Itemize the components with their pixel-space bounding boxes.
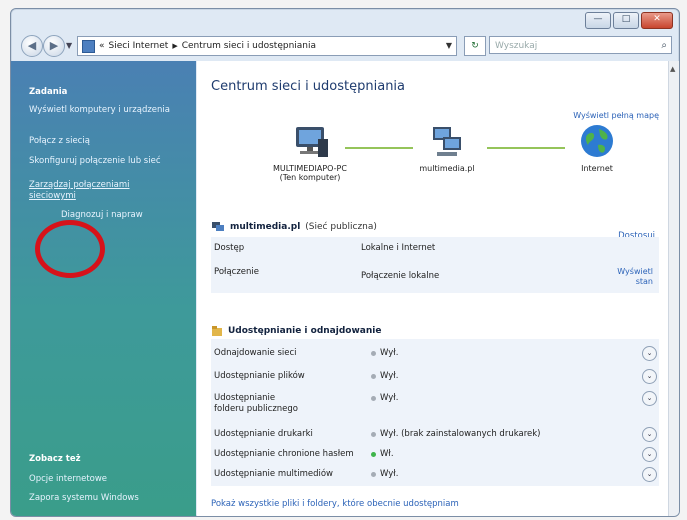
breadcrumb-item[interactable]: Sieci Internet [109,37,169,55]
row-label: Udostępnianie plików [214,371,305,381]
minimize-button[interactable]: — [585,12,611,29]
status-text: Wył. [380,393,399,403]
connection-line [487,147,565,149]
main-content: Centrum sieci i udostępniania Wyświetl p… [197,61,669,516]
status-text: Wył. [380,348,399,358]
sidebar-item-view-computers[interactable]: Wyświetl komputery i urządzenia [29,105,189,116]
computer-icon [296,127,328,157]
network-type: (Sieć publiczna) [305,222,377,232]
row-status: Wł. [371,449,394,459]
address-row: ◀ ▶ ▼ « Sieci Internet ▶ Centrum sieci i… [11,33,679,61]
status-dot [371,471,376,477]
page-title: Centrum sieci i udostępniania [211,79,406,94]
network-icon [212,222,224,231]
row-label: Udostępnianie chronione hasłem [214,449,354,459]
row-label: Połączenie [214,267,259,277]
map-node-network[interactable]: multimedia.pl [397,123,497,173]
status-text: Wył. [380,469,399,479]
window-controls: — □ ✕ [585,12,673,29]
row-status: Wył. [371,371,398,381]
network-row-connection: Połączenie Połączenie lokalne Wyświetl s… [211,263,659,291]
map-node-label: Internet [581,164,613,173]
expand-button[interactable]: ⌄ [642,467,657,482]
sharing-row: Udostępnianie plików Wył. ⌄ [211,367,659,387]
scroll-up-icon[interactable]: ▲ [670,65,675,73]
maximize-button[interactable]: □ [613,12,639,29]
status-text: Wył. (brak zainstalowanych drukarek) [380,429,541,439]
sharing-row: Udostępnianie chronione hasłem Wł. ⌄ [211,445,659,465]
row-status: Wył. [371,348,398,358]
view-status-link[interactable]: Wyświetl stan [613,267,653,287]
sidebar-title: Zadania [29,87,68,97]
back-button[interactable]: ◀ [21,35,43,57]
window: — □ ✕ ◀ ▶ ▼ « Sieci Internet ▶ Centrum s… [10,8,680,517]
expand-button[interactable]: ⌄ [642,427,657,442]
search-placeholder: Wyszukaj [495,41,538,51]
row-label: Dostęp [214,243,245,253]
map-node-sublabel: (Ten komputer) [279,173,341,182]
refresh-button[interactable]: ↻ [464,36,486,56]
sharing-row: Udostępnianie drukarki Wył. (brak zainst… [211,425,659,445]
row-value: Lokalne i Internet [361,243,436,253]
address-dropdown-icon[interactable]: ▼ [442,37,456,55]
expand-button[interactable]: ⌄ [642,391,657,406]
annotation-circle [35,220,105,278]
search-icon[interactable]: ⌕ [661,37,667,55]
address-bar[interactable]: « Sieci Internet ▶ Centrum sieci i udost… [77,36,457,56]
close-button[interactable]: ✕ [641,12,673,29]
map-node-internet[interactable]: Internet [557,123,637,173]
row-status: Wył. (brak zainstalowanych drukarek) [371,429,540,439]
breadcrumb-separator-icon[interactable]: ▶ [172,37,177,55]
row-status: Wył. [371,469,398,479]
forward-button[interactable]: ▶ [43,35,65,57]
status-dot [371,350,376,356]
sidebar-item-connect[interactable]: Połącz z siecią [29,136,189,147]
map-node-label: MULTIMEDIAPO-PC [273,164,347,173]
network-row-access: Dostęp Lokalne i Internet [211,239,659,259]
row-label: Udostępnianie drukarki [214,429,313,439]
row-label: Udostępnianie folderu publicznego [214,393,299,414]
status-dot [371,431,376,437]
network-icon [433,127,461,156]
status-dot [371,373,376,379]
sidebar-item-manage-connections[interactable]: Zarządzaj połączeniami sieciowymi [29,180,139,202]
expand-button[interactable]: ⌄ [642,447,657,462]
sidebar-item-firewall[interactable]: Zapora systemu Windows [29,493,189,504]
sharing-row: Udostępnianie multimediów Wył. ⌄ [211,465,659,485]
map-node-label: multimedia.pl [419,164,475,173]
show-shared-files-link[interactable]: Pokaż wszystkie pliki i foldery, które o… [211,499,459,509]
globe-icon [581,125,613,157]
row-value[interactable]: Połączenie lokalne [361,271,439,281]
map-node-computer[interactable]: MULTIMEDIAPO-PC (Ten komputer) [245,125,375,182]
sharing-icon [212,326,222,336]
row-label: Udostępnianie multimediów [214,469,333,479]
row-label: Odnajdowanie sieci [214,348,297,358]
sidebar-item-internet-options[interactable]: Opcje internetowe [29,474,189,485]
sharing-header: Udostępnianie i odnajdowanie [211,325,381,337]
sharing-row: Udostępnianie folderu publicznego Wył. ⌄ [211,389,659,421]
expand-button[interactable]: ⌄ [642,346,657,361]
expand-button[interactable]: ⌄ [642,369,657,384]
row-status: Wył. [371,393,398,403]
status-text: Wł. [380,449,394,459]
sidebar-item-setup-connection[interactable]: Skonfiguruj połączenie lub sieć [29,156,189,167]
network-header: multimedia.pl (Sieć publiczna) [211,221,377,233]
search-input[interactable]: Wyszukaj ⌕ [489,36,672,54]
status-text: Wył. [380,371,399,381]
full-map-link[interactable]: Wyświetl pełną mapę [573,111,659,120]
address-chevron[interactable]: « [99,37,105,55]
network-name: multimedia.pl [230,222,301,232]
sharing-row: Odnajdowanie sieci Wył. ⌄ [211,344,659,364]
sharing-title: Udostępnianie i odnajdowanie [228,326,382,336]
network-folder-icon [82,39,95,53]
status-dot [371,395,376,401]
status-dot [371,451,376,457]
vertical-scrollbar[interactable]: ▲ [668,61,679,516]
recent-pages-icon[interactable]: ▼ [66,41,72,50]
task-sidebar: Zadania Wyświetl komputery i urządzenia … [11,61,196,516]
see-also-title: Zobacz też [29,454,81,464]
breadcrumb-item[interactable]: Centrum sieci i udostępniania [182,37,316,55]
